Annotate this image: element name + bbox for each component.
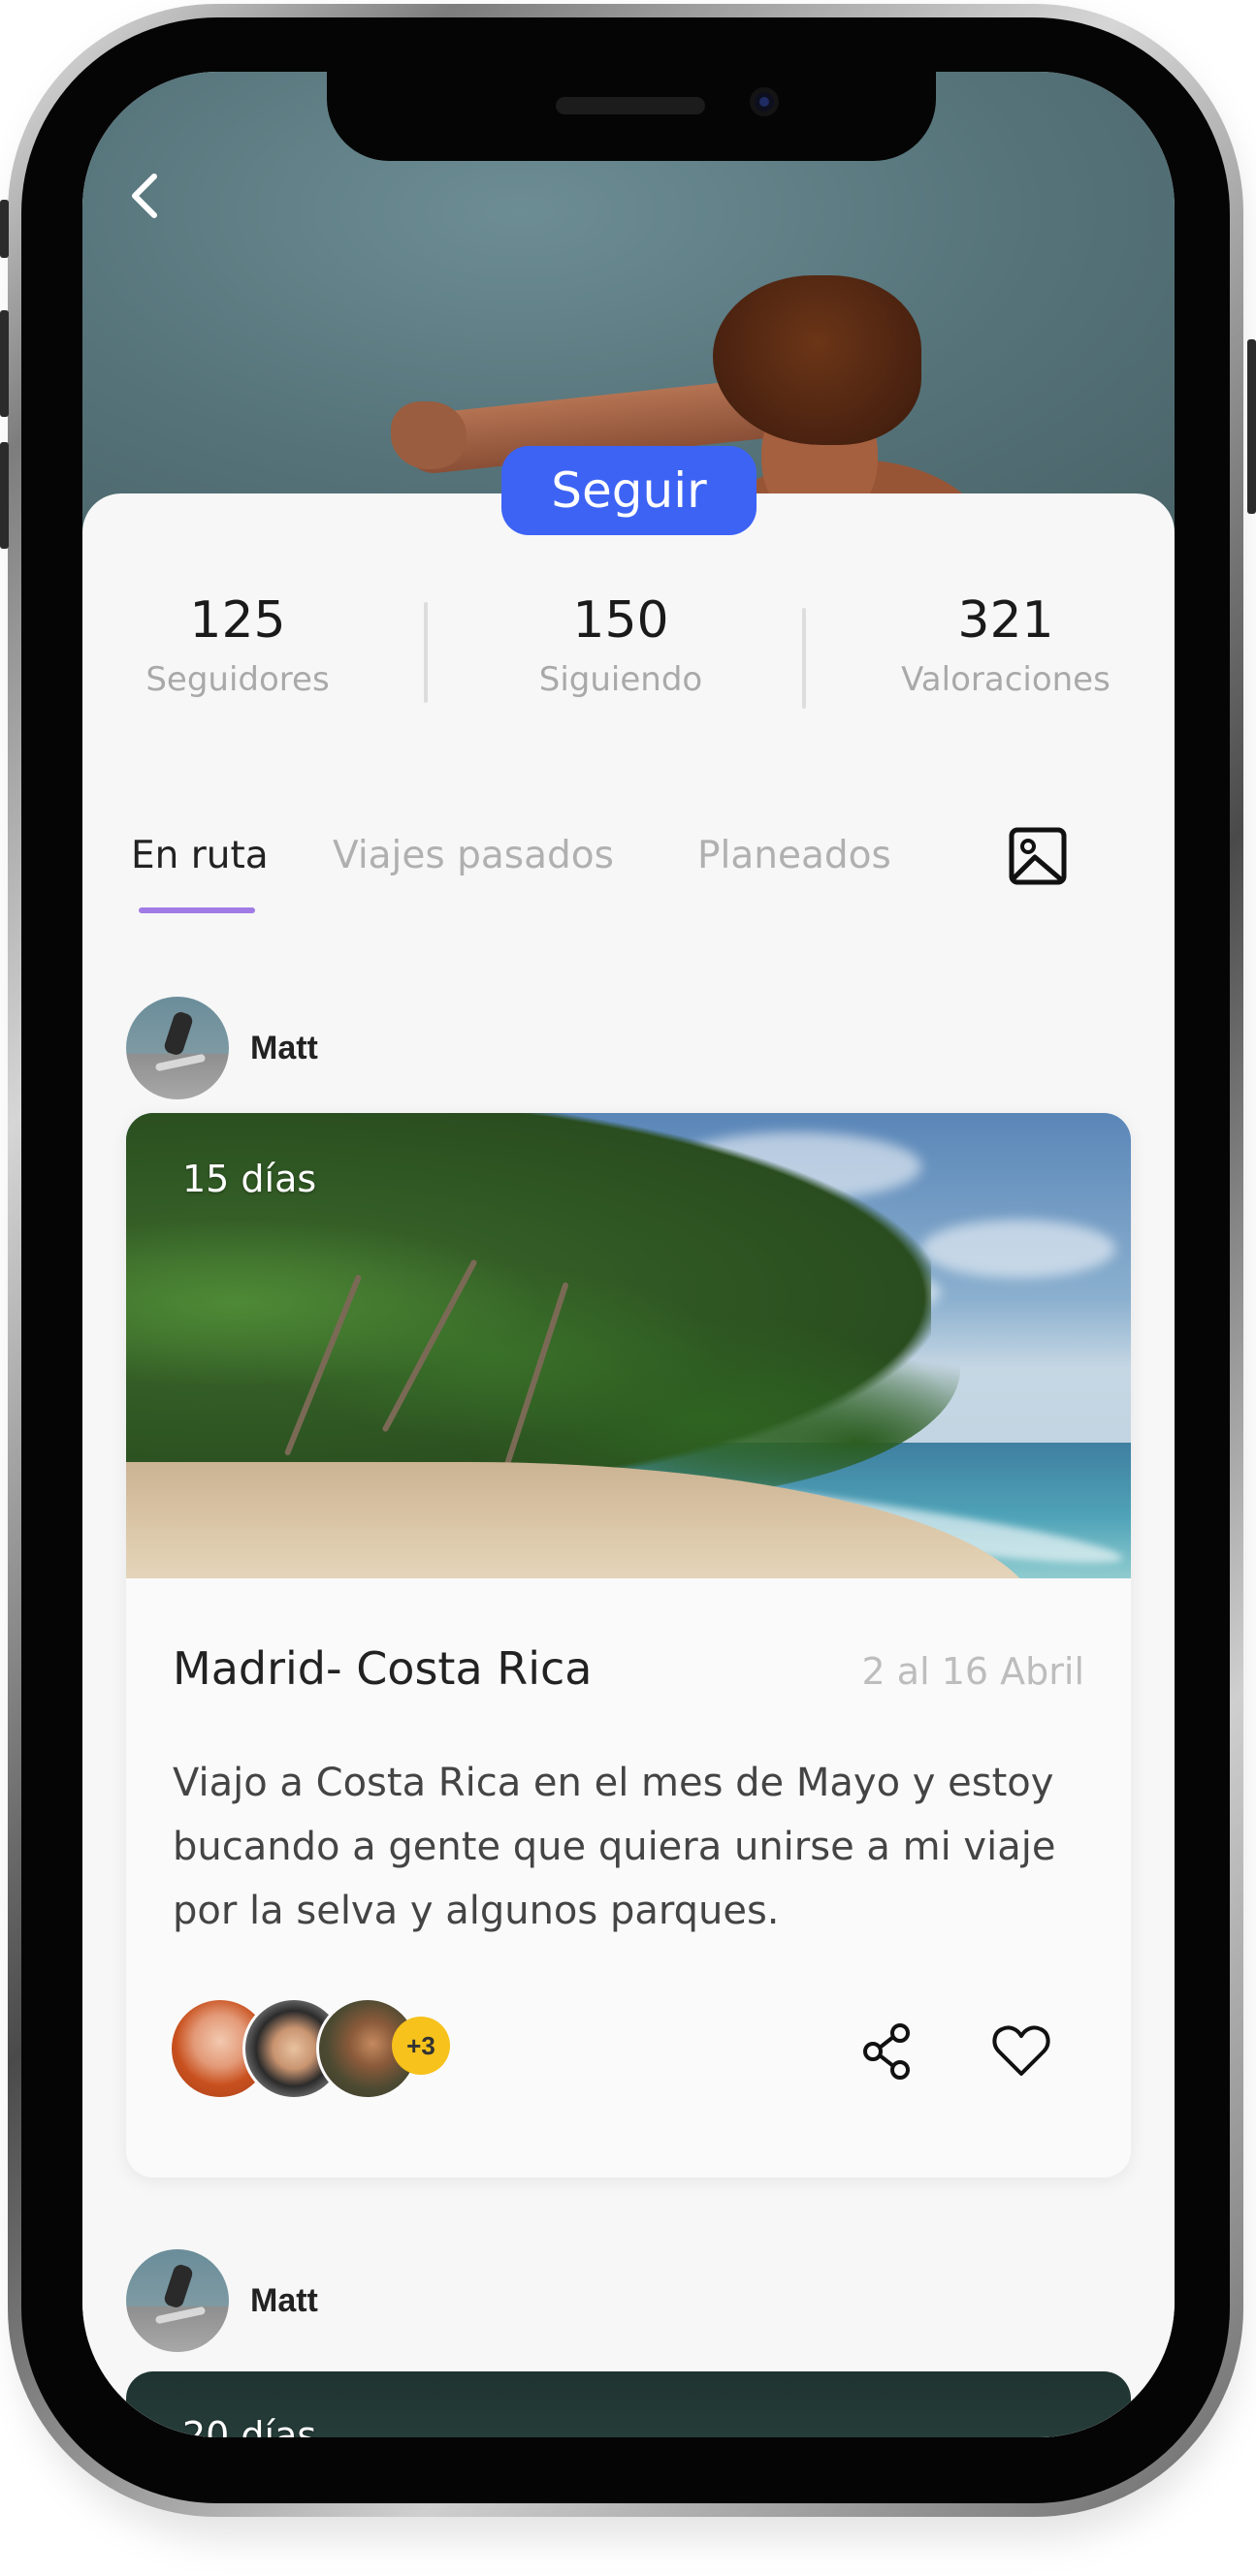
cover-fist (391, 401, 467, 469)
app-screen: Seguir 125 Seguidores 150 Siguiendo 321 … (82, 72, 1175, 2437)
avatar-board (154, 1053, 207, 1072)
tab-viajes-pasados[interactable]: Viajes pasados (333, 834, 614, 877)
tab-planeados[interactable]: Planeados (697, 834, 891, 877)
trip-duration: 20 días (182, 2414, 317, 2437)
front-camera (750, 87, 779, 116)
trip-card[interactable]: 20 días (126, 2371, 1131, 2437)
avatar[interactable] (126, 997, 229, 1099)
stat-value: 125 (189, 591, 286, 650)
stat-ratings[interactable]: 321 Valoraciones (851, 590, 1161, 699)
speaker-grille (556, 97, 705, 114)
chevron-left-icon (132, 174, 157, 218)
active-tab-indicator (139, 907, 255, 913)
stat-followers[interactable]: 125 Seguidores (82, 590, 393, 699)
heart-icon[interactable] (989, 2019, 1053, 2083)
stat-label: Siguiendo (538, 660, 703, 699)
follow-button[interactable]: Seguir (501, 446, 757, 535)
tab-en-ruta[interactable]: En ruta (131, 834, 269, 877)
trip-title: Madrid- Costa Rica (173, 1642, 593, 1695)
avatar[interactable] (126, 2249, 229, 2352)
post-author-name[interactable]: Matt (250, 1030, 318, 1067)
trip-description: Viajo a Costa Rica en el mes de Mayo y e… (173, 1761, 1056, 1933)
avatar-board (154, 2306, 207, 2325)
mute-switch (0, 200, 9, 258)
image-gallery-icon[interactable] (1006, 824, 1070, 888)
stat-label: Seguidores (145, 660, 330, 699)
photo-trees (126, 1171, 960, 1501)
trip-photo: 15 días (126, 1113, 1131, 1578)
stat-value: 150 (572, 591, 669, 650)
stat-divider (424, 602, 428, 703)
volume-up-button (0, 310, 9, 417)
trip-duration: 15 días (182, 1158, 317, 1200)
post-author-name[interactable]: Matt (250, 2282, 318, 2320)
stat-value: 321 (957, 591, 1054, 650)
share-icon[interactable] (855, 2019, 919, 2083)
stat-following[interactable]: 150 Siguiendo (466, 590, 776, 699)
stat-divider (802, 608, 806, 709)
trip-dates: 2 al 16 Abril (861, 1650, 1084, 1693)
volume-down-button (0, 442, 9, 549)
avatar-rider (162, 1009, 195, 1058)
stat-label: Valoraciones (901, 660, 1111, 699)
trip-card[interactable]: 15 días Madrid- Costa Rica 2 al 16 Abril… (126, 1113, 1131, 2178)
power-button (1247, 339, 1256, 514)
profile-stats: 125 Seguidores 150 Siguiendo 321 Valorac… (82, 590, 1175, 726)
back-button[interactable] (117, 167, 176, 225)
more-participants-badge[interactable]: +3 (392, 2017, 450, 2075)
notch (327, 72, 936, 161)
avatar-rider (162, 2262, 195, 2310)
